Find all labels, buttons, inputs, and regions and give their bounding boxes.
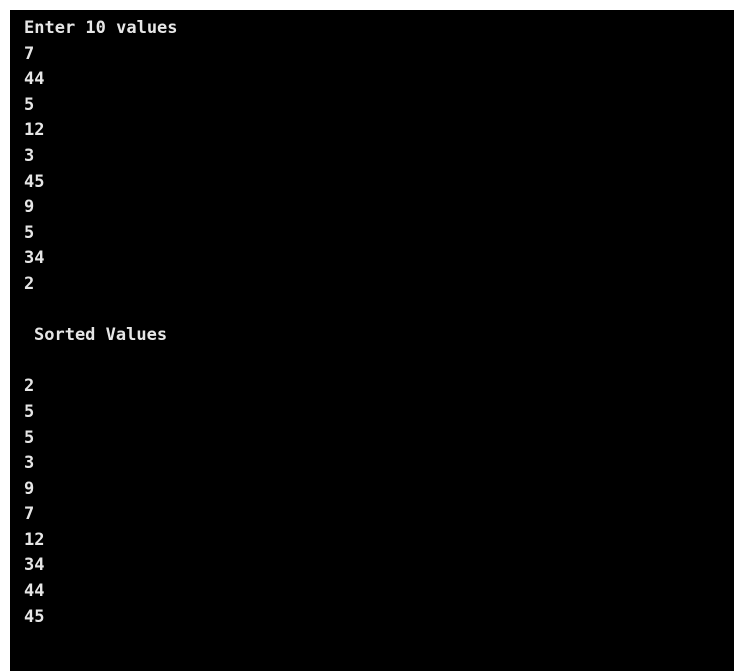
sorted-value: 44: [24, 581, 45, 602]
input-value: 2: [24, 273, 35, 294]
sorted-value: 34: [24, 555, 45, 576]
input-value: 34: [24, 248, 45, 269]
input-value: 5: [24, 94, 35, 115]
input-value: 3: [24, 145, 35, 166]
input-value: 12: [24, 120, 45, 141]
sorted-value: 5: [24, 401, 35, 422]
sorted-heading: Sorted Values: [34, 325, 168, 346]
sorted-value: 2: [24, 376, 35, 397]
input-value: 44: [24, 69, 45, 90]
input-value: 7: [24, 43, 35, 64]
input-value: 9: [24, 197, 35, 218]
console-window[interactable]: Enter 10 values 7 44 5 12 3 45 9 5 34 2 …: [10, 10, 734, 671]
sorted-value: 45: [24, 606, 45, 627]
input-value: 45: [24, 171, 45, 192]
input-value: 5: [24, 222, 35, 243]
sorted-value: 5: [24, 427, 35, 448]
sorted-value: 7: [24, 504, 35, 525]
sorted-value: 12: [24, 529, 45, 550]
prompt-line: Enter 10 values: [24, 18, 178, 38]
screenshot-frame: Enter 10 values 7 44 5 12 3 45 9 5 34 2 …: [0, 0, 734, 671]
sorted-value: 3: [24, 453, 35, 474]
sorted-value: 9: [24, 478, 35, 499]
